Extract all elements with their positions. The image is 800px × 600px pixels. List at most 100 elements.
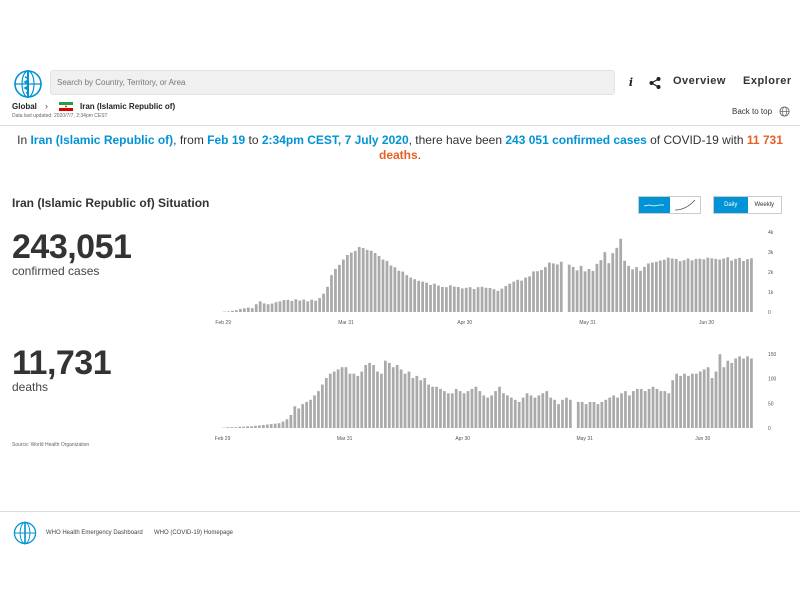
bar xyxy=(472,289,476,312)
bar xyxy=(565,397,568,428)
who-logo-icon[interactable] xyxy=(12,68,44,100)
bar xyxy=(631,391,635,428)
bar xyxy=(596,404,600,428)
x-tick-label: Apr 30 xyxy=(457,320,472,326)
bar xyxy=(332,371,336,428)
bar xyxy=(286,299,290,312)
bar xyxy=(667,393,671,428)
y-tick-label: 1k xyxy=(768,290,774,296)
bar xyxy=(603,252,607,312)
bar xyxy=(231,310,234,312)
log-chart-button[interactable] xyxy=(670,197,701,213)
bar xyxy=(541,393,545,428)
bar xyxy=(504,285,508,313)
headline-country: Iran (Islamic Republic of) xyxy=(30,133,174,147)
bar xyxy=(651,386,655,428)
bar xyxy=(369,250,373,312)
bar xyxy=(478,391,482,428)
nav-explorer[interactable]: Explorer xyxy=(743,75,792,87)
bar xyxy=(338,264,341,312)
bar xyxy=(726,257,730,312)
breadcrumb-global[interactable]: Global xyxy=(12,102,37,111)
bar xyxy=(513,399,517,428)
bar xyxy=(365,249,369,312)
nav-overview[interactable]: Overview xyxy=(673,75,726,87)
who-logo-icon[interactable] xyxy=(12,520,38,546)
bar xyxy=(321,384,324,428)
footer-link-homepage[interactable]: WHO (COVID-19) Homepage xyxy=(154,530,233,536)
bar xyxy=(494,391,497,428)
bar xyxy=(433,283,436,312)
bar xyxy=(600,401,604,428)
bar xyxy=(490,395,494,428)
bar xyxy=(500,288,504,312)
bar xyxy=(524,277,527,312)
bar xyxy=(269,424,273,428)
bar xyxy=(615,247,619,312)
x-tick-label: Jun 30 xyxy=(695,436,710,442)
bar xyxy=(627,265,630,313)
divider xyxy=(0,125,800,126)
bar xyxy=(285,419,289,428)
bar xyxy=(281,421,285,428)
bar xyxy=(533,397,537,428)
bar xyxy=(298,300,302,312)
bar xyxy=(620,393,623,428)
bar xyxy=(270,303,274,312)
weekly-button[interactable]: Weekly xyxy=(748,197,782,213)
bar xyxy=(474,386,478,428)
y-tick-label: 3k xyxy=(768,250,774,256)
bar xyxy=(710,378,714,428)
bar xyxy=(611,253,615,312)
bar xyxy=(730,362,734,428)
daily-button[interactable]: Daily xyxy=(714,197,748,213)
bar xyxy=(480,286,484,312)
bar xyxy=(389,265,393,312)
bar xyxy=(421,281,424,312)
bar xyxy=(456,286,460,312)
bar xyxy=(373,252,377,312)
breadcrumb: Global › Iran (Islamic Republic of) Data… xyxy=(12,101,792,122)
search-field[interactable] xyxy=(50,70,615,95)
linear-chart-button[interactable] xyxy=(639,197,670,213)
bar xyxy=(698,371,702,428)
bar xyxy=(706,257,710,312)
bar xyxy=(575,270,579,312)
y-tick-label: 0 xyxy=(768,426,771,432)
period-toggle: Daily Weekly xyxy=(713,196,782,214)
bar xyxy=(357,247,361,312)
bar xyxy=(686,258,690,312)
bar xyxy=(330,275,333,312)
bar xyxy=(635,388,639,428)
bar xyxy=(278,301,282,312)
bar xyxy=(718,259,722,312)
bar xyxy=(246,426,249,428)
bar xyxy=(427,384,431,428)
bar xyxy=(561,399,564,428)
bar xyxy=(604,399,608,428)
last-updated: Data last updated: 2020/7/7, 2:34pm CEST xyxy=(12,113,108,119)
bar xyxy=(262,303,266,312)
back-to-top-link[interactable]: Back to top xyxy=(732,107,772,116)
footer-link-dashboard[interactable]: WHO Health Emergency Dashboard xyxy=(46,530,143,536)
bar xyxy=(738,356,741,428)
bar xyxy=(628,395,631,428)
bar xyxy=(662,259,666,312)
bar xyxy=(675,373,679,428)
globe-icon[interactable] xyxy=(779,106,790,117)
y-tick-label: 150 xyxy=(768,352,777,358)
bar xyxy=(452,286,456,312)
bar xyxy=(595,263,599,312)
bar xyxy=(528,276,531,312)
bar xyxy=(670,258,674,312)
source-note: Source: World Health Organization xyxy=(12,442,90,448)
bar xyxy=(415,375,419,428)
bar xyxy=(345,255,349,312)
share-icon[interactable] xyxy=(648,76,662,90)
bar xyxy=(750,358,753,428)
info-icon[interactable]: i xyxy=(623,75,639,91)
bar xyxy=(282,300,286,312)
search-input[interactable] xyxy=(51,71,614,94)
bar xyxy=(678,261,682,312)
bar xyxy=(690,260,694,312)
